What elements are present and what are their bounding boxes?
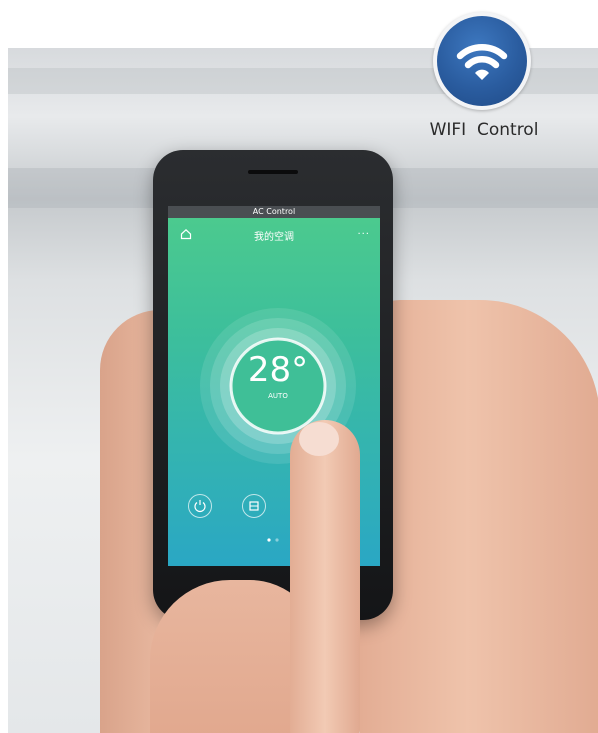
page-indicator [267,538,279,542]
wifi-badge [433,12,531,110]
fingernail [299,422,339,456]
right-hand [360,300,598,733]
pointing-finger [290,420,360,733]
promo-image: WIFI Control AC Control 我的空调 ··· 28° AUT… [0,0,598,733]
temperature-value: 28° [247,350,309,390]
mode-button[interactable] [242,494,266,518]
wifi-icon [456,44,508,80]
status-bar: AC Control [168,206,380,218]
mode-icon [249,501,259,511]
screen-title: 我的空调 [254,232,294,243]
wifi-control-label: WIFI Control [429,120,539,140]
mode-label: AUTO [268,392,288,400]
more-icon[interactable]: ··· [357,229,370,240]
power-button[interactable] [188,494,212,518]
power-icon [194,500,206,513]
phone-earpiece [248,170,298,174]
